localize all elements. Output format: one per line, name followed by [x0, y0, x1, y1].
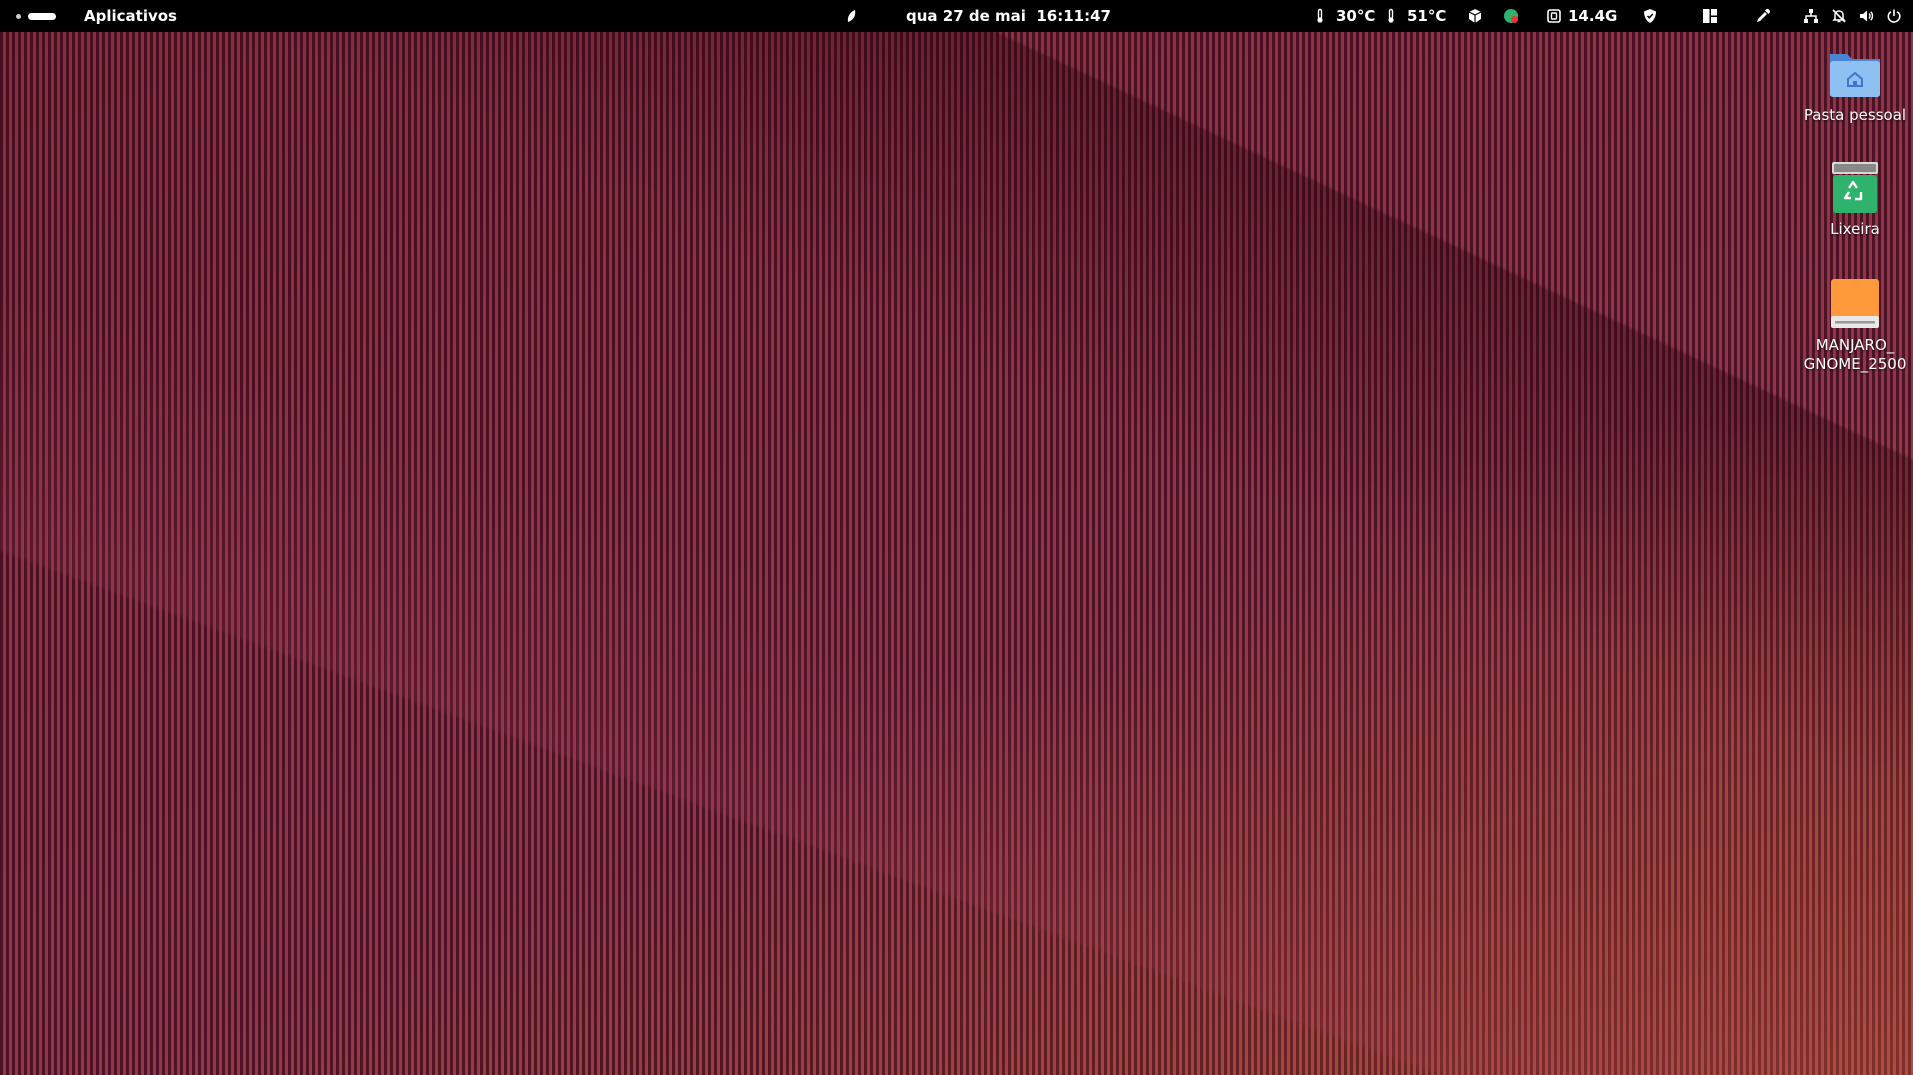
desktop-icon-label: MANJARO_ GNOME_2500: [1803, 336, 1907, 373]
updates-status-icon[interactable]: [1503, 0, 1519, 32]
layout-tiling-icon[interactable]: [1702, 0, 1718, 32]
removable-drive-icon: [1827, 276, 1883, 332]
wallpaper-shade: [0, 32, 1913, 1075]
temperature-2-label: 51°C: [1407, 7, 1447, 25]
memory-label: 14.4G: [1568, 7, 1618, 25]
temperature-indicator-2[interactable]: 51°C: [1383, 0, 1446, 32]
shield-icon[interactable]: [1642, 0, 1658, 32]
temperature-1-label: 30°C: [1336, 7, 1376, 25]
volume-icon[interactable]: [1858, 0, 1874, 32]
apps-menu-label: Aplicativos: [84, 7, 177, 25]
workspace-active-pill[interactable]: [28, 12, 56, 20]
top-bar: Aplicativos qua 27 de mai 16:11:47 30°C …: [0, 0, 1913, 32]
desktop-icon-home-folder[interactable]: Pasta pessoal: [1800, 46, 1910, 125]
apps-menu-button[interactable]: Aplicativos: [84, 0, 177, 32]
workspace-indicator[interactable]: [16, 0, 56, 32]
clock-button[interactable]: qua 27 de mai 16:11:47: [906, 0, 1111, 32]
folder-home-icon: [1827, 46, 1883, 102]
workspace-dot[interactable]: [16, 13, 21, 19]
desktop-icon-label: Lixeira: [1830, 220, 1880, 238]
notifications-disabled-icon[interactable]: [1831, 0, 1847, 32]
memory-indicator[interactable]: 14.4G: [1546, 0, 1617, 32]
network-wired-icon[interactable]: [1803, 0, 1819, 32]
package-icon[interactable]: [1467, 0, 1483, 32]
desktop-wallpaper[interactable]: [0, 32, 1913, 1075]
power-icon[interactable]: [1886, 0, 1902, 32]
desktop-icon-trash[interactable]: Lixeira: [1800, 160, 1910, 239]
color-picker-icon[interactable]: [1755, 0, 1771, 32]
leaf-icon[interactable]: [843, 0, 859, 32]
clock-label: qua 27 de mai 16:11:47: [906, 7, 1111, 25]
memory-icon: [1547, 9, 1561, 23]
temperature-indicator-1[interactable]: 30°C: [1312, 0, 1375, 32]
desktop-icon-manjaro-drive[interactable]: MANJARO_ GNOME_2500: [1800, 276, 1910, 374]
trash-icon: [1827, 160, 1883, 216]
desktop-icon-label: Pasta pessoal: [1803, 106, 1907, 124]
thermometer-icon: [1388, 8, 1394, 23]
thermometer-icon: [1317, 8, 1323, 23]
